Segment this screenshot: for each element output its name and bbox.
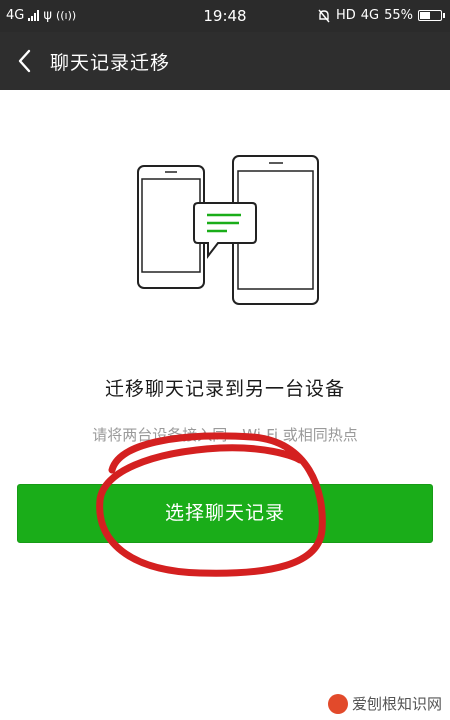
instruction-text: 请将两台设备接入同一Wi-Fi 或相同热点 [92, 426, 358, 444]
battery-percent: 55% [384, 8, 413, 23]
hd-label: HD [335, 8, 356, 23]
chevron-left-icon[interactable] [10, 44, 40, 78]
watermark-text: 爱刨根知识网 [351, 695, 442, 713]
network2-label: 4G [360, 8, 380, 23]
section-title: 迁移聊天记录到另一台设备 [104, 378, 345, 400]
select-chat-history-button[interactable]: 选择聊天记录 [17, 484, 433, 543]
watermark: 爱刨根知识网 [327, 693, 442, 714]
phone-tablet-transfer-illustration [137, 155, 319, 305]
battery-icon [418, 10, 445, 21]
watermark-logo-icon [327, 693, 348, 714]
nav-bar: 聊天记录迁移 [0, 32, 450, 90]
page-title: 聊天记录迁移 [50, 52, 171, 74]
status-bar: 4G ψ ((ı)) 19:48 HD 4G 55% [0, 0, 450, 32]
mute-icon [318, 9, 330, 22]
status-right: HD 4G 55% [317, 8, 445, 23]
annotation-circle [96, 432, 326, 577]
battery-fill [420, 12, 431, 19]
